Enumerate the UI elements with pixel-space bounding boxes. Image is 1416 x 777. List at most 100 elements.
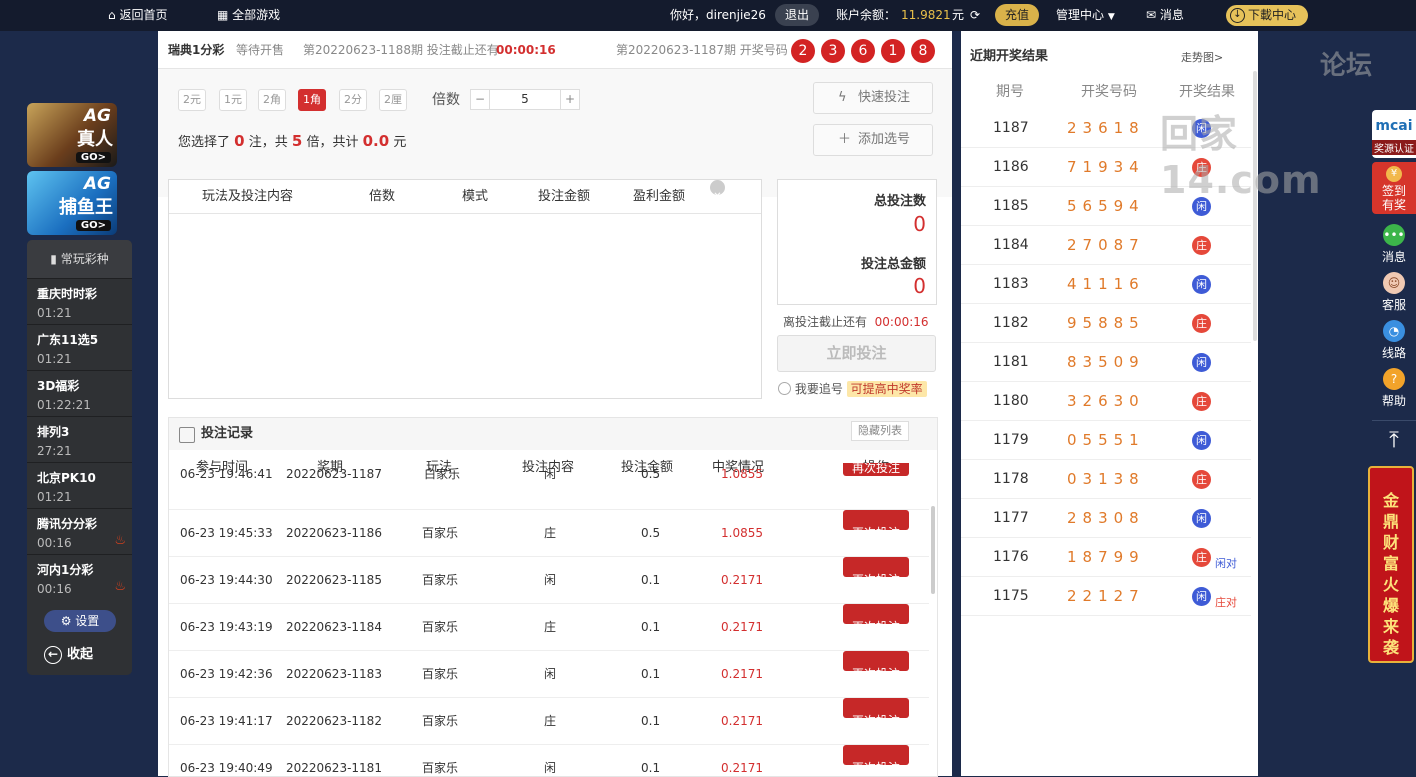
fav-item[interactable]: 广东11选5 01:21	[27, 324, 132, 370]
results-scrollbar[interactable]	[1253, 71, 1257, 341]
fav-item[interactable]: 河内1分彩 00:16 ♨	[27, 554, 132, 600]
issue-number: 1185	[993, 198, 1029, 214]
plus-button[interactable]: +	[561, 90, 579, 109]
fav-item[interactable]: 3D福彩 01:22:21	[27, 370, 132, 416]
chase-radio[interactable]	[778, 382, 791, 395]
clear-cart-icon[interactable]: ✕	[710, 180, 725, 202]
total-amount: 0	[913, 274, 926, 298]
records-header: 投注记录 隐藏列表	[169, 418, 937, 450]
table-row: 06-23 19:45:33 20220623-1186 百家乐 庄 0.5 1…	[169, 510, 929, 557]
plus-icon: ＋	[838, 132, 852, 147]
settings-button[interactable]: ⚙ 设置	[44, 610, 116, 632]
result-row: 1181 83509 闲	[961, 343, 1251, 382]
minus-button[interactable]: −	[471, 90, 489, 109]
result-row: 1178 03138 庄	[961, 460, 1251, 499]
hide-list-button[interactable]: 隐藏列表	[851, 421, 909, 441]
back-arrow-icon: ←	[44, 646, 62, 664]
result-row: 1175 22127 闲庄对	[961, 577, 1251, 616]
mode-1jiao[interactable]: 1角	[298, 89, 326, 111]
add-number-button[interactable]: ＋添加选号	[813, 124, 933, 156]
manage-menu[interactable]: 管理中心 ▼	[1056, 0, 1115, 31]
top-bar: ⌂ 返回首页 ▦ 全部游戏 你好，direnjie26 退出 账户余额： 11.…	[0, 0, 1416, 31]
download-center-button[interactable]: ↓ 下載中心	[1226, 5, 1308, 26]
recent-results-panel: 近期开奖结果 走势图> 期号 开奖号码 开奖结果 1187 23618 闲 1186 7…	[961, 31, 1258, 776]
recharge-button[interactable]: 充值	[995, 0, 1040, 31]
trend-chart-link[interactable]: 走势图>	[1181, 49, 1223, 65]
customer-service-button[interactable]: ☺ 客服	[1372, 272, 1416, 313]
coin-icon: ¥	[1386, 166, 1402, 182]
rebet-button[interactable]: 再次投注	[843, 510, 909, 540]
result-badge: 庄	[1192, 236, 1211, 255]
fire-icon: ♨	[114, 533, 126, 548]
help-button[interactable]: ? 帮助	[1372, 368, 1416, 409]
result-row: 1176 18799 庄闲对	[961, 538, 1251, 577]
fav-item[interactable]: 重庆时时彩 01:21	[27, 278, 132, 324]
countdown: 00:00:16	[496, 43, 556, 57]
refresh-icon[interactable]: ⟳	[970, 0, 980, 31]
mode-2li[interactable]: 2厘	[379, 89, 407, 111]
cart-header: 玩法及投注内容 倍数 模式 投注金额 盈利金额 ✕	[169, 180, 761, 214]
rebet-button[interactable]: 再次投注	[843, 651, 909, 681]
message-button[interactable]: ••• 消息	[1372, 224, 1416, 265]
rebet-button[interactable]: 再次投注	[843, 604, 909, 634]
table-row: 06-23 19:43:19 20220623-1184 百家乐 庄 0.1 0…	[169, 604, 929, 651]
mode-1yuan[interactable]: 1元	[219, 89, 247, 111]
issue-number: 1180	[993, 393, 1029, 409]
issue-number: 1176	[993, 549, 1029, 565]
all-games-link[interactable]: ▦ 全部游戏	[217, 0, 280, 31]
multiplier-label: 倍数	[432, 92, 460, 108]
result-row: 1177 28308 闲	[961, 499, 1251, 538]
mode-2fen[interactable]: 2分	[339, 89, 367, 111]
rebet-button[interactable]: 再次投注	[843, 745, 909, 775]
route-button[interactable]: ◔ 线路	[1372, 320, 1416, 361]
draw-ball: 2	[791, 39, 815, 63]
mode-2yuan[interactable]: 2元	[178, 89, 206, 111]
promo-banner[interactable]: 金鼎财富火爆来袭	[1368, 466, 1414, 663]
fav-item[interactable]: 北京PK10 01:21	[27, 462, 132, 508]
collapse-button[interactable]: ← 收起	[44, 643, 93, 664]
ag-live-banner[interactable]: AG 真人 GO>	[27, 103, 117, 167]
bet-records: 投注记录 隐藏列表 参与时间 奖期 玩法 投注内容 投注金额 中奖情况 操作 0…	[168, 417, 938, 777]
draw-numbers: 27087	[1067, 236, 1145, 254]
draw-ball: 1	[881, 39, 905, 63]
pair-label: 闲对	[1215, 557, 1237, 570]
issue-number: 1181	[993, 354, 1029, 370]
rebet-button[interactable]: 再次投注	[843, 463, 909, 476]
ag-fishing-banner[interactable]: AG 捕鱼王 GO>	[27, 171, 117, 235]
back-to-top-icon[interactable]: ⤒	[1372, 420, 1416, 460]
fire-icon: ♨	[114, 579, 126, 594]
result-badge: 闲	[1192, 275, 1211, 294]
clipboard-icon	[179, 427, 195, 443]
bet-summary: 总投注数 0 投注总金额 0	[777, 179, 937, 305]
submit-bet-button[interactable]: 立即投注	[777, 335, 936, 372]
logout-button[interactable]: 退出	[775, 0, 820, 31]
draw-numbers: 18799	[1067, 548, 1145, 566]
selection-area: 2元 1元 2角 1角 2分 2厘 倍数 − 5 + ϟ 快速投注 ＋添加选号 您…	[158, 69, 952, 197]
fav-item[interactable]: 排列3 27:21	[27, 416, 132, 462]
table-row: 06-23 19:41:17 20220623-1182 百家乐 庄 0.1 0…	[169, 698, 929, 745]
rebet-button[interactable]: 再次投注	[843, 698, 909, 728]
draw-numbers: 83509	[1067, 353, 1145, 371]
records-scrollbar[interactable]	[931, 506, 935, 594]
result-badge: 庄	[1192, 392, 1211, 411]
multiplier-input[interactable]: 5	[489, 90, 561, 109]
download-icon: ↓	[1230, 8, 1245, 23]
message-link[interactable]: ✉ 消息	[1146, 0, 1184, 31]
table-row: 06-23 19:42:36 20220623-1183 百家乐 闲 0.1 0…	[169, 651, 929, 698]
chase-option: 我要追号 可提高中奖率	[778, 380, 927, 397]
award-cert-badge[interactable]: mcai 奖源认证	[1372, 110, 1416, 158]
issue-number: 1179	[993, 432, 1029, 448]
draw-numbers: 23618	[1067, 119, 1145, 137]
total-bets: 0	[913, 212, 926, 236]
main-panel: 瑞典1分彩 等待开售 第20220623-1188期 投注截止还有 00:00:…	[158, 31, 952, 777]
gear-icon: ⚙	[60, 614, 72, 628]
quick-bet-button[interactable]: ϟ 快速投注	[813, 82, 933, 114]
fav-item[interactable]: 腾讯分分彩 00:16 ♨	[27, 508, 132, 554]
issue-number: 1186	[993, 159, 1029, 175]
lottery-name: 瑞典1分彩	[168, 43, 225, 57]
sign-in-reward-button[interactable]: ¥ 签到有奖	[1372, 162, 1416, 214]
mode-2jiao[interactable]: 2角	[258, 89, 286, 111]
chevron-down-icon: ▼	[1107, 12, 1115, 22]
rebet-button[interactable]: 再次投注	[843, 557, 909, 587]
home-link[interactable]: ⌂ 返回首页	[108, 0, 167, 31]
